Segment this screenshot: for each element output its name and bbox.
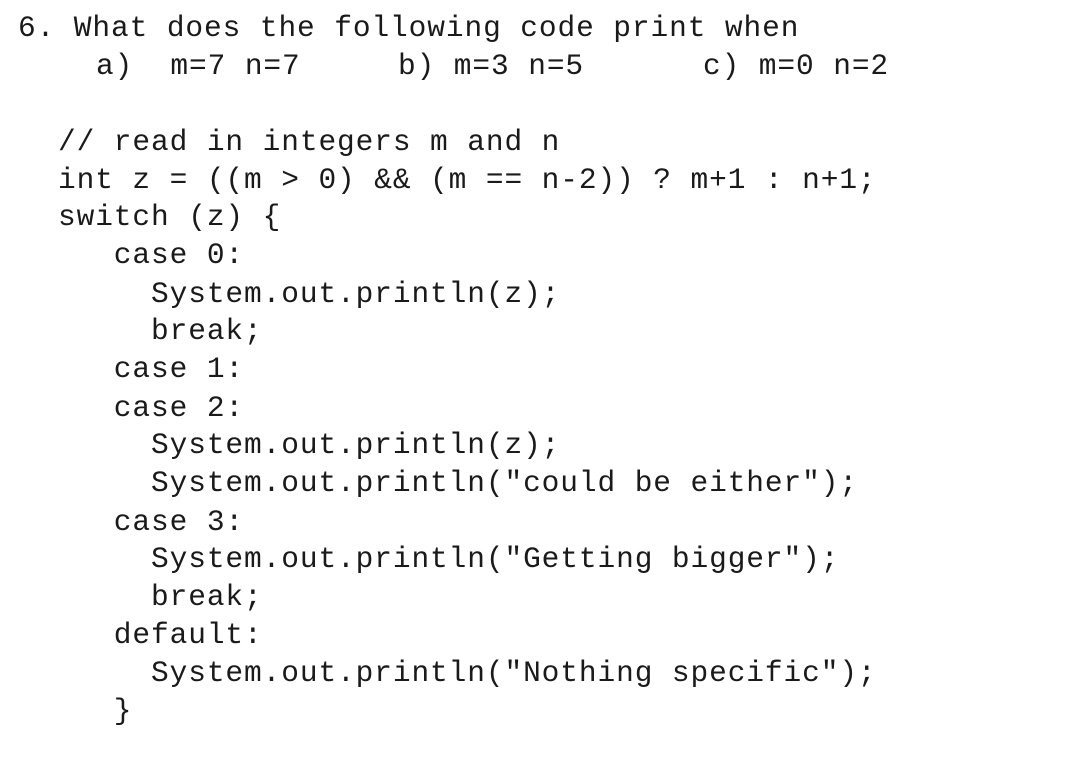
option-a: a) m=7 n=7 xyxy=(96,49,301,83)
code-case-0-line: case 0: xyxy=(58,238,245,272)
code-case-1-line: case 1: xyxy=(58,352,245,386)
code-case-2-line: case 2: xyxy=(58,391,245,425)
code-closing-brace-line: } xyxy=(58,694,133,728)
code-println-line: System.out.println("Nothing specific"); xyxy=(58,656,877,690)
question-title: 6. What does the following code print wh… xyxy=(18,11,800,45)
code-println-line: System.out.println(z); xyxy=(58,277,561,311)
code-comment-line: // read in integers m and n xyxy=(58,125,561,159)
code-assignment-line: int z = ((m > 0) && (m == n-2)) ? m+1 : … xyxy=(58,163,877,197)
option-c: c) m=0 n=2 xyxy=(703,49,890,83)
code-break-line: break; xyxy=(58,314,263,348)
code-println-line: System.out.println("could be either"); xyxy=(58,466,858,500)
code-println-line: System.out.println("Getting bigger"); xyxy=(58,542,840,576)
code-break-line: break; xyxy=(58,580,263,614)
code-switch-line: switch (z) { xyxy=(58,200,282,234)
code-default-line: default: xyxy=(58,618,263,652)
code-println-line: System.out.println(z); xyxy=(58,428,561,462)
code-case-3-line: case 3: xyxy=(58,505,245,539)
option-b: b) m=3 n=5 xyxy=(398,49,585,83)
